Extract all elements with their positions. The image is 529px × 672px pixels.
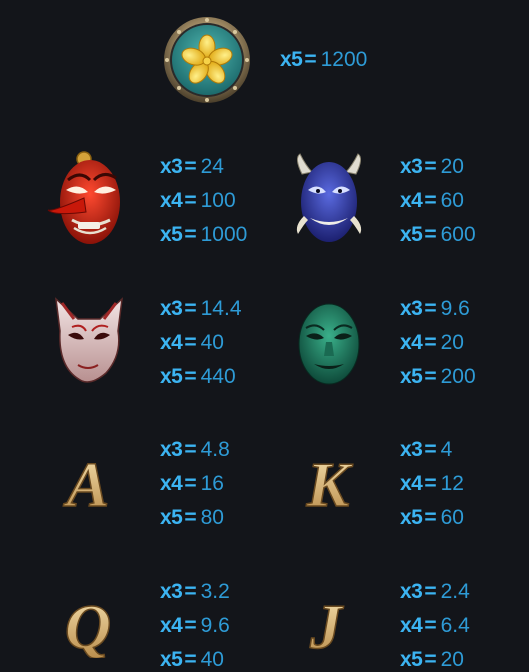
pay-line: x5= 1000 [160,223,248,246]
svg-text:Q: Q [65,592,111,658]
red-tengu-paytable: x3= 24 x4= 100 x5= 1000 [160,150,247,252]
pay-line: x3= 3.2 [160,580,230,603]
pay-line: x4= 20 [400,331,464,354]
paytable: x5= 1200 x3= 24 x4= 100 x5= 1000 x3= 20 … [0,0,529,672]
pay-line: x4= 60 [400,189,464,212]
pay-line: x3= 14.4 [160,297,242,320]
pay-line: x3= 24 [160,155,224,178]
letter-a-paytable: x3= 4.8 x4= 16 x5= 80 [160,433,230,535]
svg-text:A: A [63,450,110,516]
letter-a-icon: A [58,450,118,516]
pay-line: x5= 440 [160,365,236,388]
green-mask-icon [296,302,362,386]
pay-line: x5= 60 [400,506,464,529]
pay-line: x5= 40 [160,648,224,671]
fox-mask-icon [52,295,126,387]
letter-q-paytable: x3= 3.2 x4= 9.6 x5= 40 [160,575,230,672]
blue-oni-paytable: x3= 20 x4= 60 x5= 600 [400,150,476,252]
pay-line: x4= 9.6 [160,614,230,637]
letter-k-paytable: x3= 4 x4= 12 x5= 60 [400,433,464,535]
pay-line: x4= 100 [160,189,236,212]
pay-line: x5= 20 [400,648,464,671]
pay-line: x3= 9.6 [400,297,470,320]
red-tengu-mask-icon [44,150,128,250]
pay-line: x5= 80 [160,506,224,529]
svg-text:J: J [309,592,344,658]
top-paytable: x5= 1200 [280,43,367,77]
pay-line: x3= 4.8 [160,438,230,461]
letter-j-icon: J [296,592,356,658]
pay-line: x3= 4 [400,438,453,461]
pay-line: x5= 1200 [280,48,368,71]
letter-q-icon: Q [58,592,118,658]
green-mask-paytable: x3= 9.6 x4= 20 x5= 200 [400,292,476,394]
pay-line: x4= 40 [160,331,224,354]
fox-mask-paytable: x3= 14.4 x4= 40 x5= 440 [160,292,242,394]
blue-oni-mask-icon [290,152,368,248]
pay-line: x4= 16 [160,472,224,495]
pay-line: x5= 600 [400,223,476,246]
pay-line: x4= 12 [400,472,464,495]
pay-line: x5= 200 [400,365,476,388]
letter-k-icon: K [298,450,358,516]
letter-j-paytable: x3= 2.4 x4= 6.4 x5= 20 [400,575,470,672]
pay-line: x3= 2.4 [400,580,470,603]
pay-line: x3= 20 [400,155,464,178]
svg-text:K: K [306,450,354,516]
pay-line: x4= 6.4 [400,614,470,637]
flower-coin-icon [162,15,252,105]
